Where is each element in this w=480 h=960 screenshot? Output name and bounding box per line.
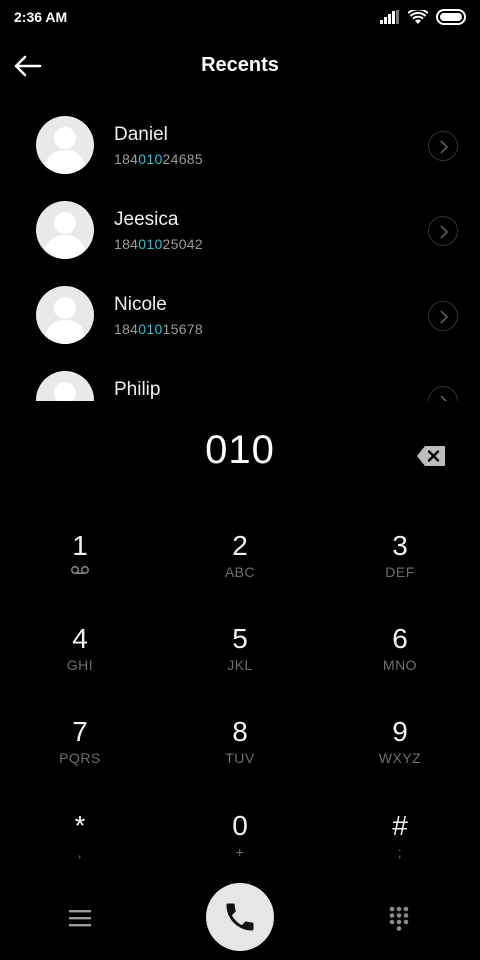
- key-digit: *: [74, 810, 86, 841]
- page-title: Recents: [201, 54, 279, 76]
- contact-details-button[interactable]: [428, 301, 458, 331]
- status-icons: [380, 9, 468, 25]
- key-digit: 8: [232, 716, 248, 747]
- key-digit: #: [392, 810, 408, 841]
- key-hash[interactable]: # ;: [340, 810, 460, 890]
- avatar-placeholder-icon: [36, 286, 94, 344]
- header: Recents: [0, 44, 480, 88]
- key-letters: +: [235, 844, 245, 860]
- avatar-placeholder-icon: [36, 201, 94, 259]
- key-1[interactable]: 1: [20, 530, 140, 610]
- key-star[interactable]: * ,: [20, 810, 140, 890]
- list-item[interactable]: Jeesica 18401025042: [0, 189, 480, 273]
- key-letters: TUV: [225, 750, 255, 766]
- contact-name: Daniel: [114, 124, 168, 145]
- key-4[interactable]: 4 GHI: [20, 623, 140, 703]
- chevron-right-icon: [440, 395, 448, 401]
- contact-number: 18401025042: [114, 236, 203, 252]
- contact-details-button[interactable]: [428, 216, 458, 246]
- contact-number: 18401015678: [114, 321, 203, 337]
- key-digit: 5: [232, 623, 248, 654]
- key-9[interactable]: 9 WXYZ: [340, 716, 460, 796]
- dialed-number: 010: [205, 428, 275, 472]
- key-2[interactable]: 2 ABC: [180, 530, 300, 610]
- key-6[interactable]: 6 MNO: [340, 623, 460, 703]
- chevron-right-icon: [440, 310, 449, 324]
- contact-name: Jeesica: [114, 209, 179, 230]
- key-7[interactable]: 7 PQRS: [20, 716, 140, 796]
- key-digit: 6: [392, 623, 408, 654]
- battery-icon: [436, 9, 466, 25]
- key-letters: ABC: [224, 564, 256, 580]
- menu-icon[interactable]: [68, 908, 92, 928]
- key-digit: 3: [392, 530, 408, 561]
- wifi-icon: [408, 9, 428, 24]
- key-5[interactable]: 5 JKL: [180, 623, 300, 703]
- key-digit: 1: [72, 530, 88, 561]
- phone-call-icon: [226, 903, 254, 931]
- chevron-right-icon: [440, 140, 449, 154]
- key-letters: JKL: [227, 657, 253, 673]
- key-digit: 9: [392, 716, 408, 747]
- key-letters: WXYZ: [378, 750, 422, 766]
- avatar-placeholder-icon: [36, 371, 94, 401]
- signal-icon: [380, 10, 399, 24]
- key-digit: 4: [72, 623, 88, 654]
- list-item[interactable]: Nicole 18401015678: [0, 274, 480, 358]
- list-item[interactable]: Philip: [0, 359, 480, 401]
- voicemail-icon: [71, 566, 89, 574]
- key-digit: 2: [232, 530, 248, 561]
- status-bar: 2:36 AM: [0, 0, 480, 34]
- contact-name: Philip: [114, 379, 161, 400]
- key-digit: 0: [232, 810, 248, 841]
- key-letters: ,: [77, 844, 83, 860]
- chevron-right-icon: [440, 225, 449, 239]
- key-8[interactable]: 8 TUV: [180, 716, 300, 796]
- key-letters: PQRS: [59, 750, 101, 766]
- key-3[interactable]: 3 DEF: [340, 530, 460, 610]
- key-digit: 7: [72, 716, 88, 747]
- list-item[interactable]: Daniel 18401024685: [0, 104, 480, 188]
- contact-details-button[interactable]: [428, 131, 458, 161]
- dialpad-icon[interactable]: [388, 906, 410, 932]
- backspace-icon[interactable]: [416, 445, 446, 467]
- recents-list[interactable]: Daniel 18401024685 Jeesica 18401025042 N…: [0, 104, 480, 401]
- key-letters: MNO: [382, 657, 418, 673]
- key-letters: ;: [397, 844, 403, 860]
- contact-name: Nicole: [114, 294, 167, 315]
- key-0[interactable]: 0 +: [180, 810, 300, 890]
- key-letters: DEF: [385, 564, 415, 580]
- call-button[interactable]: [206, 883, 274, 951]
- contact-details-button[interactable]: [428, 386, 458, 401]
- avatar-placeholder-icon: [36, 116, 94, 174]
- contact-number: 18401024685: [114, 151, 203, 167]
- status-time: 2:36 AM: [14, 9, 68, 25]
- key-letters: GHI: [66, 657, 94, 673]
